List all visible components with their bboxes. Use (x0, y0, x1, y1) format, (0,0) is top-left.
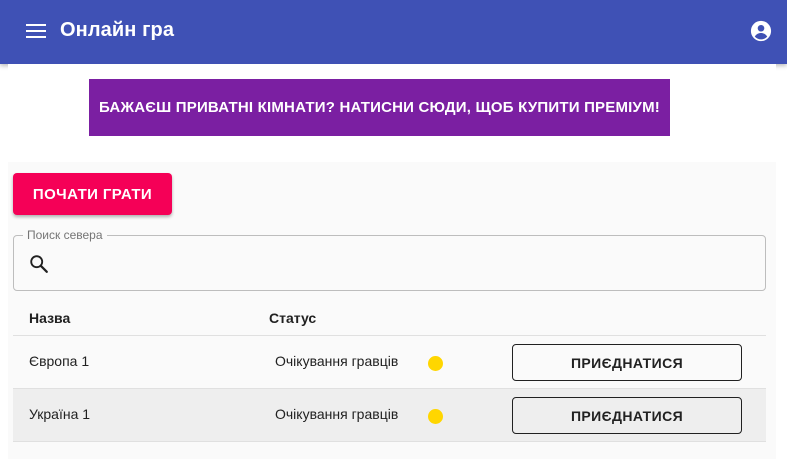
table-header: Назва Статус (13, 298, 766, 336)
status-indicator-icon (428, 409, 443, 424)
server-search-field[interactable]: Поиск севера (13, 228, 766, 291)
menu-icon[interactable] (26, 24, 46, 39)
column-header-status: Статус (269, 310, 317, 326)
server-status: Очікування гравців (275, 406, 399, 422)
table-row: Європа 1 Очікування гравців ПРИЄДНАТИСЯ (13, 336, 766, 389)
join-button[interactable]: ПРИЄДНАТИСЯ (512, 397, 742, 434)
premium-banner[interactable]: БАЖАЄШ ПРИВАТНІ КІМНАТИ? НАТИСНИ СЮДИ, Щ… (89, 79, 670, 136)
search-input[interactable] (60, 248, 750, 278)
table-row: Україна 1 Очікування гравців ПРИЄДНАТИСЯ (13, 389, 766, 442)
app-bar: Онлайн гра (0, 0, 787, 64)
status-indicator-icon (428, 356, 443, 371)
search-icon (30, 255, 48, 273)
account-circle-icon[interactable] (750, 20, 772, 42)
app-title: Онлайн гра (60, 19, 175, 41)
column-header-name: Назва (29, 310, 71, 326)
server-name: Європа 1 (29, 353, 90, 369)
join-button[interactable]: ПРИЄДНАТИСЯ (512, 344, 742, 381)
server-name: Україна 1 (29, 406, 91, 422)
main-content: ПОЧАТИ ГРАТИ Поиск севера Назва Статус Є… (8, 162, 776, 459)
search-field-label: Поиск севера (23, 228, 107, 242)
servers-table: Назва Статус Європа 1 Очікування гравців… (13, 298, 766, 442)
start-playing-button[interactable]: ПОЧАТИ ГРАТИ (13, 173, 172, 215)
banner-area: БАЖАЄШ ПРИВАТНІ КІМНАТИ? НАТИСНИ СЮДИ, Щ… (8, 64, 776, 162)
server-status: Очікування гравців (275, 353, 399, 369)
